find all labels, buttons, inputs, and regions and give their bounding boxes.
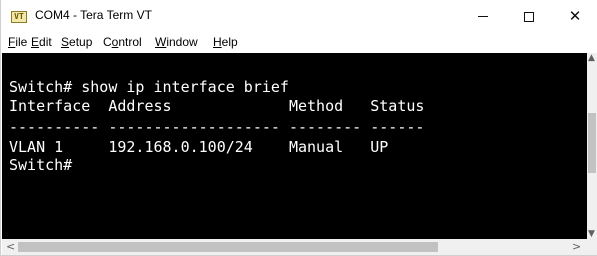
close-icon: ✕ (568, 7, 582, 25)
menu-edit[interactable]: Edit (31, 35, 52, 49)
maximize-button[interactable] (506, 0, 552, 33)
terminal-line: ---------- ------------------- -------- … (9, 118, 425, 136)
menu-help[interactable]: Help (213, 35, 238, 49)
vertical-scrollbar[interactable]: ▲ ▼ (587, 53, 597, 239)
scroll-right-icon[interactable]: > (572, 240, 581, 253)
title-bar[interactable]: VT COM4 - Tera Term VT ✕ (1, 0, 597, 33)
minimize-icon (478, 16, 488, 17)
vertical-scroll-thumb[interactable] (588, 113, 596, 173)
menu-file[interactable]: File (8, 35, 27, 49)
scrollbar-corner (587, 239, 597, 255)
terminal-line: Switch# (9, 156, 73, 174)
scroll-left-icon[interactable]: < (6, 240, 15, 253)
menu-bar: File Edit Setup Control Window Help (1, 33, 597, 53)
scroll-up-icon[interactable]: ▲ (588, 53, 595, 63)
terminal-line: VLAN 1 192.168.0.100/24 Manual UP (9, 138, 389, 156)
scroll-down-icon[interactable]: ▼ (588, 229, 595, 239)
menu-control[interactable]: Control (103, 35, 142, 49)
window-title: COM4 - Tera Term VT (35, 8, 152, 22)
horizontal-scroll-thumb[interactable] (18, 242, 438, 252)
tera-term-window: VT COM4 - Tera Term VT ✕ File Edit Setup… (0, 0, 597, 256)
maximize-icon (524, 11, 534, 22)
tera-term-app-icon[interactable]: VT (11, 11, 27, 23)
minimize-button[interactable] (460, 0, 506, 33)
menu-setup[interactable]: Setup (61, 35, 92, 49)
terminal-line: Interface Address Method Status (9, 97, 425, 115)
horizontal-scrollbar[interactable]: < > (2, 239, 587, 255)
terminal-screen[interactable]: Switch# show ip interface brief Interfac… (2, 53, 587, 239)
close-button[interactable]: ✕ (552, 0, 597, 33)
menu-window[interactable]: Window (155, 35, 198, 49)
terminal-line: Switch# show ip interface brief (9, 78, 289, 96)
